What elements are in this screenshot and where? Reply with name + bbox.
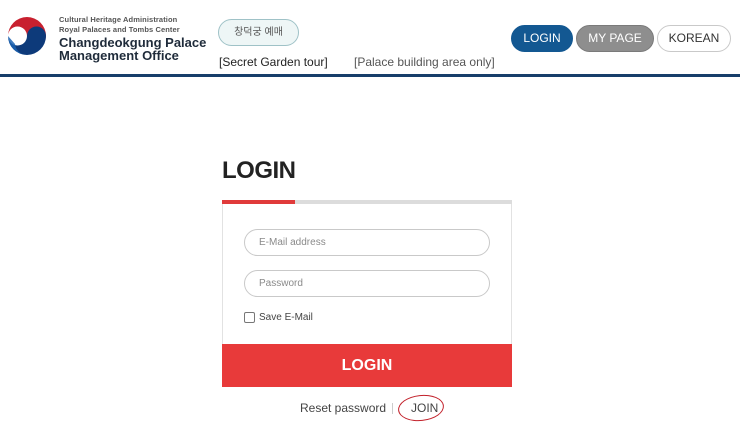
header-divider <box>0 74 740 77</box>
reservation-button[interactable]: 창덕궁 예매 <box>218 19 299 46</box>
org-line-office: Management Office <box>59 48 179 63</box>
password-field[interactable] <box>244 270 490 297</box>
language-korean-button[interactable]: KOREAN <box>657 25 731 52</box>
save-email-row: Save E-Mail <box>244 310 313 324</box>
taegeuk-emblem-icon[interactable] <box>4 15 50 61</box>
save-email-label[interactable]: Save E-Mail <box>259 312 313 323</box>
save-email-checkbox[interactable] <box>244 311 255 323</box>
org-line-center: Royal Palaces and Tombs Center <box>59 24 180 34</box>
email-field[interactable] <box>244 229 490 256</box>
site-header: Cultural Heritage Administration Royal P… <box>0 0 740 77</box>
login-title: LOGIN <box>222 157 296 184</box>
org-line-administration: Cultural Heritage Administration <box>59 15 178 24</box>
palace-area-tour-link[interactable]: [Palace building area only] <box>354 55 495 69</box>
my-page-button[interactable]: MY PAGE <box>576 25 654 52</box>
reset-password-link[interactable]: Reset password <box>300 401 386 415</box>
login-submit-button[interactable]: LOGIN <box>222 344 512 387</box>
organization-name[interactable]: Cultural Heritage Administration Royal P… <box>59 16 206 62</box>
join-highlight-circle <box>396 392 446 424</box>
header-login-button[interactable]: LOGIN <box>511 25 573 52</box>
secret-garden-tour-link[interactable]: [Secret Garden tour] <box>219 55 328 69</box>
link-divider <box>392 403 393 414</box>
